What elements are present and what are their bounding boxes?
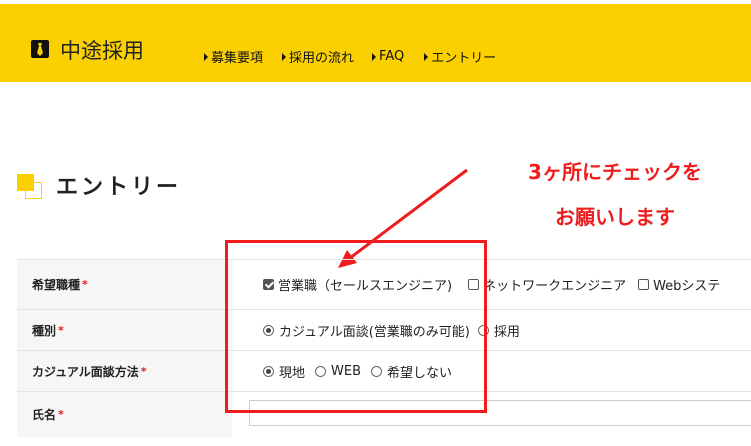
nav-label: FAQ — [379, 49, 405, 64]
annotation-line-2: お願いします — [555, 205, 675, 229]
form-row-desired-position: 希望職種 * 営業職（セールスエンジニア) ネットワークエンジニア Webシステ — [17, 259, 751, 309]
form-row-name: 氏名 * — [17, 391, 751, 437]
site-header: 中途採用 募集要項 採用の流れ FAQ エントリー — [0, 4, 751, 82]
radio-recruitment[interactable]: 採用 — [477, 321, 520, 340]
radio[interactable] — [315, 365, 327, 377]
form-row-type: 種別 * カジュアル面談(営業職のみ可能) 採用 — [17, 309, 751, 350]
radio[interactable] — [371, 365, 383, 377]
triangle-right-icon — [372, 52, 377, 61]
nav-item-flow[interactable]: 採用の流れ — [282, 47, 354, 66]
required-mark: * — [82, 278, 88, 291]
nav-item-entry[interactable]: エントリー — [424, 47, 496, 66]
option-label: カジュアル面談(営業職のみ可能) — [279, 324, 470, 340]
form-row-interview-method: カジュアル面談方法 * 現地 WEB 希望しない — [17, 350, 751, 391]
checkbox-network-engineer[interactable]: ネットワークエンジニア — [468, 275, 626, 294]
radio[interactable] — [477, 324, 489, 336]
radio-onsite[interactable]: 現地 — [263, 362, 305, 381]
field-label: 希望職種 * — [17, 260, 232, 309]
radio-web[interactable]: WEB — [315, 364, 361, 379]
field-options: カジュアル面談(営業職のみ可能) 採用 — [263, 310, 530, 350]
field-label-text: 種別 — [32, 323, 57, 338]
required-mark: * — [58, 323, 64, 337]
logo-text[interactable]: 中途採用 — [60, 35, 144, 65]
triangle-right-icon — [424, 52, 429, 61]
radio-checked[interactable] — [263, 365, 274, 377]
required-mark: * — [58, 408, 64, 421]
field-label-text: カジュアル面談方法 — [32, 364, 139, 379]
annotation-line-1: 3ヶ所にチェックを — [528, 160, 702, 184]
nav-label: 募集要項 — [211, 51, 264, 66]
title-marker-icon — [17, 174, 45, 202]
page-title: エントリー — [56, 174, 182, 200]
radio-casual-interview[interactable]: カジュアル面談(営業職のみ可能) — [263, 321, 470, 340]
field-label: 氏名 * — [17, 392, 232, 437]
field-options: 現地 WEB 希望しない — [263, 351, 462, 391]
global-nav: 募集要項 採用の流れ FAQ エントリー — [204, 47, 515, 66]
radio-no-preference[interactable]: 希望しない — [371, 362, 452, 381]
option-label: 営業職（セールスエンジニア) — [278, 279, 453, 294]
field-label-text: 氏名 — [32, 408, 57, 422]
option-label: WEB — [331, 363, 362, 379]
triangle-right-icon — [204, 52, 208, 61]
triangle-right-icon — [282, 52, 287, 61]
checkbox-web-system[interactable]: Webシステ — [638, 275, 720, 294]
option-label: 採用 — [493, 324, 520, 340]
checkbox-checked[interactable] — [263, 279, 274, 290]
option-label: Webシステ — [653, 279, 721, 294]
field-label: 種別 * — [17, 310, 232, 350]
annotation-callout: 3ヶ所にチェックを お願いします — [480, 150, 750, 240]
required-mark: * — [140, 364, 147, 378]
checkbox[interactable] — [638, 279, 650, 290]
checkbox[interactable] — [468, 279, 480, 290]
nav-label: 採用の流れ — [289, 51, 355, 66]
field-options: 営業職（セールスエンジニア) ネットワークエンジニア Webシステ — [263, 260, 730, 309]
nav-label: エントリー — [431, 51, 497, 66]
option-label: ネットワークエンジニア — [483, 279, 627, 294]
necktie-icon — [31, 40, 49, 58]
name-input[interactable] — [249, 400, 751, 426]
option-label: 希望しない — [387, 365, 453, 381]
field-label: カジュアル面談方法 * — [17, 351, 232, 391]
nav-item-faq[interactable]: FAQ — [372, 47, 404, 66]
option-label: 現地 — [279, 365, 306, 381]
checkbox-sales[interactable]: 営業職（セールスエンジニア) — [263, 275, 452, 294]
field-label-text: 希望職種 — [32, 278, 81, 292]
nav-item-requirements[interactable]: 募集要項 — [204, 47, 263, 66]
entry-page: 中途採用 募集要項 採用の流れ FAQ エントリー エントリー 3ヶ所にチェック — [0, 0, 751, 446]
radio-checked[interactable] — [263, 324, 274, 336]
